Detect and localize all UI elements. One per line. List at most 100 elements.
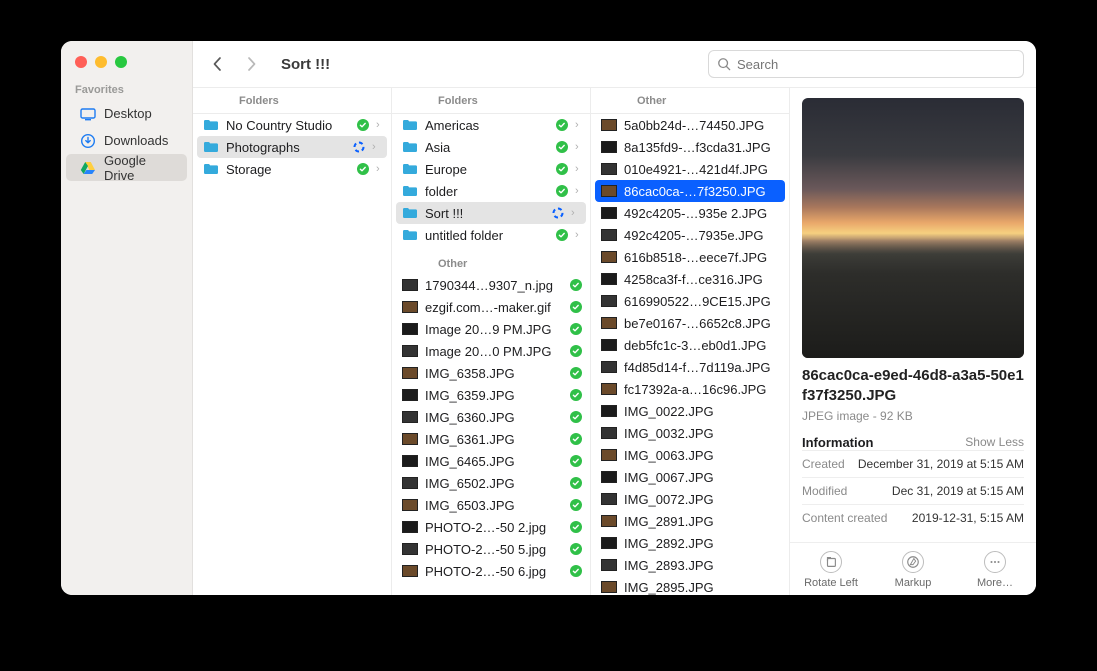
desktop-icon: [80, 106, 96, 122]
chevron-right-icon: ›: [376, 163, 383, 175]
file-row[interactable]: ezgif.com…-maker.gif: [392, 296, 590, 318]
search-field[interactable]: [708, 50, 1024, 78]
file-row[interactable]: Image 20…0 PM.JPG: [392, 340, 590, 362]
folder-row[interactable]: folder›: [392, 180, 590, 202]
item-name: f4d85d14-f…7d119a.JPG: [624, 360, 781, 375]
folder-row[interactable]: Storage ›: [193, 158, 391, 180]
item-name: IMG_2895.JPG: [624, 580, 781, 595]
file-row[interactable]: IMG_6465.JPG: [392, 450, 590, 472]
file-row[interactable]: IMG_2892.JPG: [591, 532, 789, 554]
preview-show-less-toggle[interactable]: Show Less: [965, 435, 1024, 449]
file-row[interactable]: 86cac0ca-…7f3250.JPG: [595, 180, 785, 202]
file-row[interactable]: 492c4205-…7935e.JPG: [591, 224, 789, 246]
file-row[interactable]: be7e0167-…6652c8.JPG: [591, 312, 789, 334]
column-2: Folders Americas›Asia›Europe›folder›Sort…: [392, 88, 591, 595]
folder-row[interactable]: No Country Studio›: [193, 114, 391, 136]
item-name: Europe: [425, 162, 549, 177]
item-name: deb5fc1c-3…eb0d1.JPG: [624, 338, 781, 353]
folder-row[interactable]: Americas›: [392, 114, 590, 136]
file-row[interactable]: IMG_0067.JPG: [591, 466, 789, 488]
file-row[interactable]: 8a135fd9-…f3cda31.JPG: [591, 136, 789, 158]
file-row[interactable]: IMG_0022.JPG: [591, 400, 789, 422]
file-row[interactable]: PHOTO-2…-50 2.jpg: [392, 516, 590, 538]
info-key: Modified: [802, 484, 847, 498]
folder-row[interactable]: Asia›: [392, 136, 590, 158]
chevron-right-icon: ›: [575, 229, 582, 241]
file-row[interactable]: IMG_2895.JPG: [591, 576, 789, 595]
chevron-right-icon: ›: [571, 207, 578, 219]
folder-icon: [203, 117, 219, 133]
image-thumbnail-icon: [402, 277, 418, 293]
file-row[interactable]: IMG_6502.JPG: [392, 472, 590, 494]
file-row[interactable]: 616b8518-…eece7f.JPG: [591, 246, 789, 268]
file-row[interactable]: PHOTO-2…-50 6.jpg: [392, 560, 590, 582]
file-row[interactable]: IMG_0072.JPG: [591, 488, 789, 510]
item-name: 5a0bb24d-…74450.JPG: [624, 118, 781, 133]
file-row[interactable]: IMG_6358.JPG: [392, 362, 590, 384]
file-row[interactable]: fc17392a-a…16c96.JPG: [591, 378, 789, 400]
file-row[interactable]: 616990522…9CE15.JPG: [591, 290, 789, 312]
image-thumbnail-icon: [601, 205, 617, 221]
file-row[interactable]: IMG_0063.JPG: [591, 444, 789, 466]
search-input[interactable]: [737, 57, 1015, 72]
file-row[interactable]: 010e4921-…421d4f.JPG: [591, 158, 789, 180]
folder-icon: [402, 227, 418, 243]
file-row[interactable]: 1790344…9307_n.jpg: [392, 274, 590, 296]
file-row[interactable]: IMG_6503.JPG: [392, 494, 590, 516]
image-thumbnail-icon: [601, 381, 617, 397]
file-row[interactable]: IMG_0032.JPG: [591, 422, 789, 444]
image-thumbnail-icon: [601, 315, 617, 331]
action-rotate-left[interactable]: Rotate Left: [795, 551, 867, 589]
folder-icon: [203, 139, 219, 155]
item-name: IMG_0022.JPG: [624, 404, 781, 419]
chevron-right-icon: [246, 56, 257, 72]
folder-row[interactable]: Sort !!!›: [396, 202, 586, 224]
action-markup[interactable]: Markup: [877, 551, 949, 589]
file-row[interactable]: IMG_6360.JPG: [392, 406, 590, 428]
action-more[interactable]: More…: [959, 551, 1031, 589]
file-row[interactable]: Image 20…9 PM.JPG: [392, 318, 590, 340]
file-row[interactable]: 492c4205-…935e 2.JPG: [591, 202, 789, 224]
chevron-right-icon: ›: [575, 185, 582, 197]
file-row[interactable]: IMG_2891.JPG: [591, 510, 789, 532]
sidebar-item-downloads[interactable]: Downloads: [66, 127, 187, 154]
sidebar-item-label: Desktop: [104, 106, 152, 121]
file-row[interactable]: 4258ca3f-f…ce316.JPG: [591, 268, 789, 290]
close-window-button[interactable]: [75, 56, 87, 68]
file-row[interactable]: deb5fc1c-3…eb0d1.JPG: [591, 334, 789, 356]
back-button[interactable]: [205, 52, 229, 76]
file-row[interactable]: IMG_6359.JPG: [392, 384, 590, 406]
minimize-window-button[interactable]: [95, 56, 107, 68]
image-thumbnail-icon: [601, 183, 617, 199]
image-thumbnail-icon: [601, 161, 617, 177]
image-thumbnail-icon: [601, 535, 617, 551]
file-row[interactable]: IMG_6361.JPG: [392, 428, 590, 450]
fullscreen-window-button[interactable]: [115, 56, 127, 68]
folder-row[interactable]: Europe›: [392, 158, 590, 180]
item-name: Storage: [226, 162, 350, 177]
sidebar-item-google-drive[interactable]: Google Drive: [66, 154, 187, 181]
sidebar-item-desktop[interactable]: Desktop: [66, 100, 187, 127]
item-name: fc17392a-a…16c96.JPG: [624, 382, 781, 397]
image-thumbnail-icon: [601, 469, 617, 485]
item-name: IMG_6359.JPG: [425, 388, 563, 403]
item-name: Americas: [425, 118, 549, 133]
item-name: 010e4921-…421d4f.JPG: [624, 162, 781, 177]
image-thumbnail-icon: [601, 579, 617, 595]
sync-done-icon: [570, 499, 582, 511]
toolbar: Sort !!!: [193, 41, 1036, 88]
file-row[interactable]: f4d85d14-f…7d119a.JPG: [591, 356, 789, 378]
image-thumbnail-icon: [601, 293, 617, 309]
folder-row[interactable]: untitled folder›: [392, 224, 590, 246]
forward-button[interactable]: [239, 52, 263, 76]
sync-done-icon: [556, 163, 568, 175]
image-thumbnail-icon: [402, 541, 418, 557]
preview-pane: 86cac0ca-e9ed-46d8-a3a5-50e1f37f3250.JPG…: [790, 88, 1036, 595]
file-row[interactable]: 5a0bb24d-…74450.JPG: [591, 114, 789, 136]
file-row[interactable]: PHOTO-2…-50 5.jpg: [392, 538, 590, 560]
item-name: IMG_6358.JPG: [425, 366, 563, 381]
item-name: 616990522…9CE15.JPG: [624, 294, 781, 309]
folder-row[interactable]: Photographs›: [197, 136, 387, 158]
file-row[interactable]: IMG_2893.JPG: [591, 554, 789, 576]
sync-done-icon: [556, 185, 568, 197]
